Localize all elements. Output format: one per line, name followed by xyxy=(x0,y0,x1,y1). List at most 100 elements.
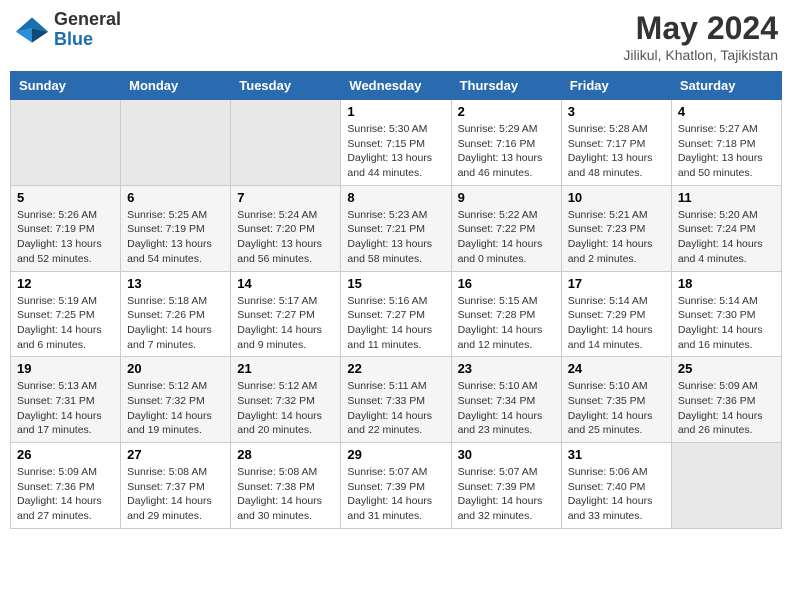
day-info: Sunrise: 5:17 AM Sunset: 7:27 PM Dayligh… xyxy=(237,294,334,353)
weekday-header-row: SundayMondayTuesdayWednesdayThursdayFrid… xyxy=(11,72,782,100)
calendar-cell: 19 Sunrise: 5:13 AM Sunset: 7:31 PM Dayli… xyxy=(11,357,121,443)
day-info: Sunrise: 5:11 AM Sunset: 7:33 PM Dayligh… xyxy=(347,379,444,438)
day-number: 20 xyxy=(127,361,224,376)
day-info: Sunrise: 5:08 AM Sunset: 7:38 PM Dayligh… xyxy=(237,465,334,524)
weekday-header-friday: Friday xyxy=(561,72,671,100)
weekday-header-thursday: Thursday xyxy=(451,72,561,100)
weekday-header-saturday: Saturday xyxy=(671,72,781,100)
calendar-cell: 1Sunrise: 5:30 AM Sunset: 7:15 PM Daylig… xyxy=(341,100,451,186)
day-info: Sunrise: 5:14 AM Sunset: 7:30 PM Dayligh… xyxy=(678,294,775,353)
calendar-cell: 20Sunrise: 5:12 AM Sunset: 7:32 PM Dayli… xyxy=(121,357,231,443)
logo-text: General Blue xyxy=(54,10,121,50)
day-number: 6 xyxy=(127,190,224,205)
calendar-week-row: 26 Sunrise: 5:09 AM Sunset: 7:36 PM Dayli… xyxy=(11,443,782,529)
calendar-cell: 15Sunrise: 5:16 AM Sunset: 7:27 PM Dayli… xyxy=(341,271,451,357)
day-number: 27 xyxy=(127,447,224,462)
day-number: 7 xyxy=(237,190,334,205)
day-number: 14 xyxy=(237,276,334,291)
day-info: Sunrise: 5:06 AM Sunset: 7:40 PM Dayligh… xyxy=(568,465,665,524)
calendar-cell: 29 Sunrise: 5:07 AM Sunset: 7:39 PM Dayli… xyxy=(341,443,451,529)
calendar-cell xyxy=(121,100,231,186)
day-info: Sunrise: 5:28 AM Sunset: 7:17 PM Dayligh… xyxy=(568,122,665,181)
day-number: 19 xyxy=(17,361,114,376)
calendar-cell: 21 Sunrise: 5:12 AM Sunset: 7:32 PM Dayli… xyxy=(231,357,341,443)
calendar-cell: 13 Sunrise: 5:18 AM Sunset: 7:26 PM Dayli… xyxy=(121,271,231,357)
day-info: Sunrise: 5:09 AM Sunset: 7:36 PM Dayligh… xyxy=(678,379,775,438)
day-info: Sunrise: 5:25 AM Sunset: 7:19 PM Dayligh… xyxy=(127,208,224,267)
day-info: Sunrise: 5:14 AM Sunset: 7:29 PM Dayligh… xyxy=(568,294,665,353)
day-number: 25 xyxy=(678,361,775,376)
calendar-cell: 17 Sunrise: 5:14 AM Sunset: 7:29 PM Dayli… xyxy=(561,271,671,357)
calendar-cell: 6 Sunrise: 5:25 AM Sunset: 7:19 PM Daylig… xyxy=(121,185,231,271)
day-number: 26 xyxy=(17,447,114,462)
calendar-cell: 3 Sunrise: 5:28 AM Sunset: 7:17 PM Daylig… xyxy=(561,100,671,186)
calendar-cell: 8 Sunrise: 5:23 AM Sunset: 7:21 PM Daylig… xyxy=(341,185,451,271)
location: Jilikul, Khatlon, Tajikistan xyxy=(623,47,778,63)
day-number: 17 xyxy=(568,276,665,291)
day-info: Sunrise: 5:22 AM Sunset: 7:22 PM Dayligh… xyxy=(458,208,555,267)
day-info: Sunrise: 5:29 AM Sunset: 7:16 PM Dayligh… xyxy=(458,122,555,181)
calendar-cell xyxy=(671,443,781,529)
logo-blue-text: Blue xyxy=(54,29,93,49)
calendar-cell: 31 Sunrise: 5:06 AM Sunset: 7:40 PM Dayli… xyxy=(561,443,671,529)
day-number: 13 xyxy=(127,276,224,291)
month-title: May 2024 xyxy=(623,10,778,47)
day-info: Sunrise: 5:10 AM Sunset: 7:34 PM Dayligh… xyxy=(458,379,555,438)
calendar-week-row: 19 Sunrise: 5:13 AM Sunset: 7:31 PM Dayli… xyxy=(11,357,782,443)
calendar-week-row: 5Sunrise: 5:26 AM Sunset: 7:19 PM Daylig… xyxy=(11,185,782,271)
calendar-cell: 30 Sunrise: 5:07 AM Sunset: 7:39 PM Dayli… xyxy=(451,443,561,529)
day-info: Sunrise: 5:07 AM Sunset: 7:39 PM Dayligh… xyxy=(458,465,555,524)
day-number: 21 xyxy=(237,361,334,376)
calendar-cell: 24 Sunrise: 5:10 AM Sunset: 7:35 PM Dayli… xyxy=(561,357,671,443)
day-number: 3 xyxy=(568,104,665,119)
weekday-header-wednesday: Wednesday xyxy=(341,72,451,100)
day-info: Sunrise: 5:27 AM Sunset: 7:18 PM Dayligh… xyxy=(678,122,775,181)
day-info: Sunrise: 5:19 AM Sunset: 7:25 PM Dayligh… xyxy=(17,294,114,353)
logo: General Blue xyxy=(14,10,121,50)
day-number: 8 xyxy=(347,190,444,205)
calendar-cell: 28 Sunrise: 5:08 AM Sunset: 7:38 PM Dayli… xyxy=(231,443,341,529)
day-info: Sunrise: 5:10 AM Sunset: 7:35 PM Dayligh… xyxy=(568,379,665,438)
day-number: 12 xyxy=(17,276,114,291)
day-info: Sunrise: 5:07 AM Sunset: 7:39 PM Dayligh… xyxy=(347,465,444,524)
day-number: 29 xyxy=(347,447,444,462)
day-number: 16 xyxy=(458,276,555,291)
day-info: Sunrise: 5:15 AM Sunset: 7:28 PM Dayligh… xyxy=(458,294,555,353)
day-number: 22 xyxy=(347,361,444,376)
calendar-cell: 16 Sunrise: 5:15 AM Sunset: 7:28 PM Dayli… xyxy=(451,271,561,357)
day-number: 31 xyxy=(568,447,665,462)
day-number: 5 xyxy=(17,190,114,205)
calendar-cell: 22 Sunrise: 5:11 AM Sunset: 7:33 PM Dayli… xyxy=(341,357,451,443)
day-info: Sunrise: 5:30 AM Sunset: 7:15 PM Dayligh… xyxy=(347,122,444,181)
calendar-week-row: 12 Sunrise: 5:19 AM Sunset: 7:25 PM Dayli… xyxy=(11,271,782,357)
day-info: Sunrise: 5:20 AM Sunset: 7:24 PM Dayligh… xyxy=(678,208,775,267)
day-number: 11 xyxy=(678,190,775,205)
calendar-cell: 18Sunrise: 5:14 AM Sunset: 7:30 PM Dayli… xyxy=(671,271,781,357)
calendar-cell: 11 Sunrise: 5:20 AM Sunset: 7:24 PM Dayli… xyxy=(671,185,781,271)
day-info: Sunrise: 5:08 AM Sunset: 7:37 PM Dayligh… xyxy=(127,465,224,524)
logo-general-text: General xyxy=(54,9,121,29)
day-info: Sunrise: 5:09 AM Sunset: 7:36 PM Dayligh… xyxy=(17,465,114,524)
calendar-cell: 5Sunrise: 5:26 AM Sunset: 7:19 PM Daylig… xyxy=(11,185,121,271)
day-number: 4 xyxy=(678,104,775,119)
calendar-week-row: 1Sunrise: 5:30 AM Sunset: 7:15 PM Daylig… xyxy=(11,100,782,186)
day-number: 28 xyxy=(237,447,334,462)
weekday-header-tuesday: Tuesday xyxy=(231,72,341,100)
day-info: Sunrise: 5:18 AM Sunset: 7:26 PM Dayligh… xyxy=(127,294,224,353)
page-header: General Blue May 2024 Jilikul, Khatlon, … xyxy=(10,10,782,63)
day-number: 10 xyxy=(568,190,665,205)
logo-icon xyxy=(14,15,50,45)
calendar-cell: 9 Sunrise: 5:22 AM Sunset: 7:22 PM Daylig… xyxy=(451,185,561,271)
calendar-cell xyxy=(11,100,121,186)
calendar-cell xyxy=(231,100,341,186)
day-number: 24 xyxy=(568,361,665,376)
day-number: 9 xyxy=(458,190,555,205)
day-info: Sunrise: 5:21 AM Sunset: 7:23 PM Dayligh… xyxy=(568,208,665,267)
day-number: 30 xyxy=(458,447,555,462)
weekday-header-sunday: Sunday xyxy=(11,72,121,100)
day-info: Sunrise: 5:13 AM Sunset: 7:31 PM Dayligh… xyxy=(17,379,114,438)
day-info: Sunrise: 5:23 AM Sunset: 7:21 PM Dayligh… xyxy=(347,208,444,267)
day-info: Sunrise: 5:12 AM Sunset: 7:32 PM Dayligh… xyxy=(237,379,334,438)
calendar-cell: 14 Sunrise: 5:17 AM Sunset: 7:27 PM Dayli… xyxy=(231,271,341,357)
calendar-cell: 27 Sunrise: 5:08 AM Sunset: 7:37 PM Dayli… xyxy=(121,443,231,529)
